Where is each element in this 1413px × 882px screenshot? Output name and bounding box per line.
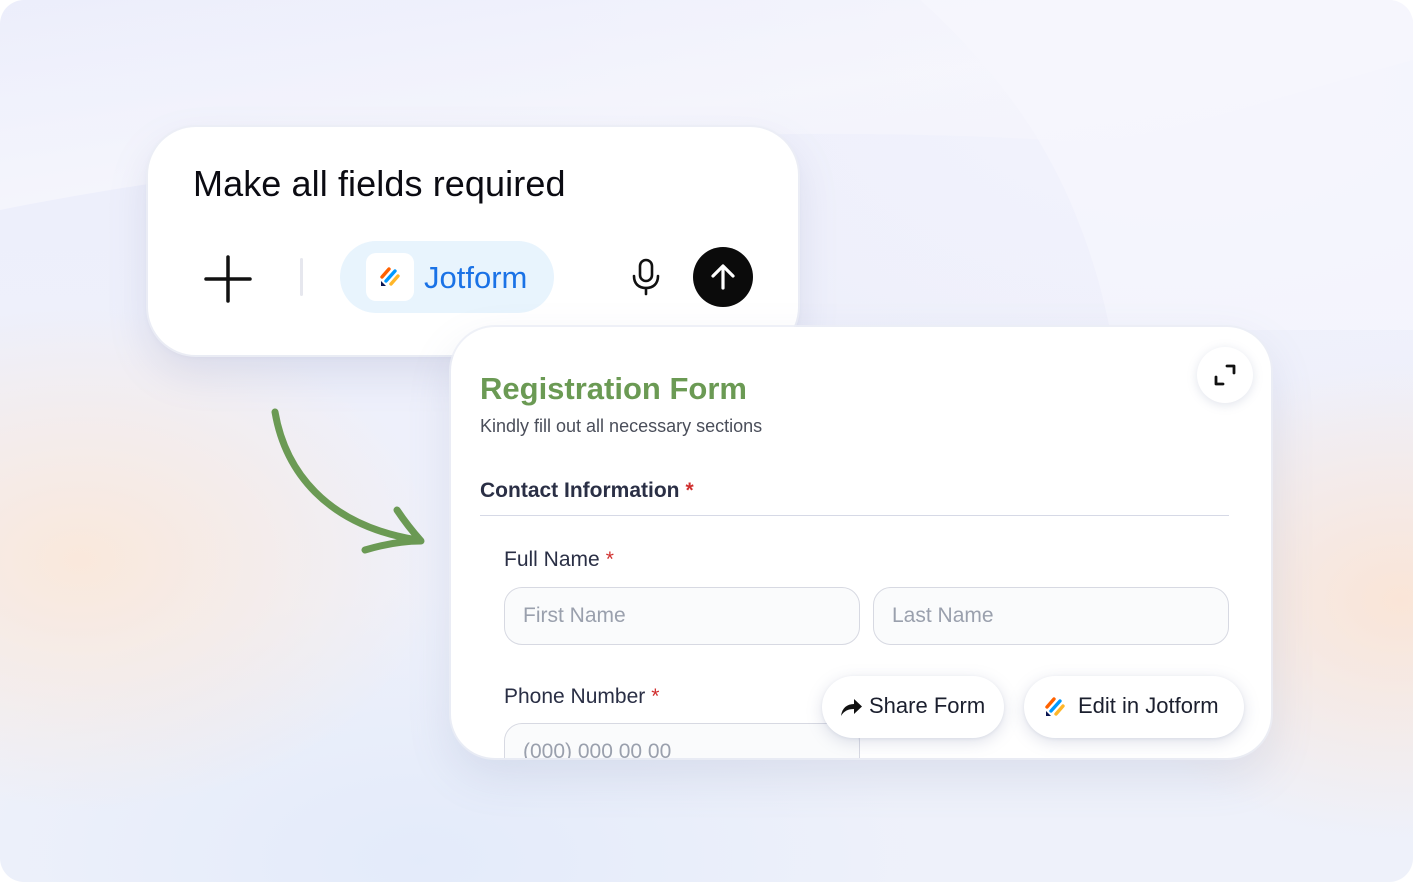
send-button[interactable] [693, 247, 753, 307]
curved-arrow-icon [271, 408, 425, 554]
background-canvas: Make all fields required Jotform Registr… [0, 0, 1413, 882]
prompt-input-text[interactable]: Make all fields required [193, 163, 566, 205]
expand-button[interactable] [1197, 347, 1253, 403]
expand-icon [1214, 364, 1236, 386]
section-heading-text: Contact Information [480, 479, 680, 502]
jotform-logo [366, 253, 414, 301]
section-heading: Contact Information * [480, 479, 694, 503]
last-name-input[interactable] [873, 587, 1229, 645]
phone-number-label-text: Phone Number [504, 685, 646, 708]
first-name-input[interactable] [504, 587, 860, 645]
plus-icon [204, 255, 252, 303]
share-form-button[interactable]: Share Form [822, 676, 1004, 738]
phone-number-label: Phone Number * [504, 685, 659, 709]
jotform-connector-chip[interactable]: Jotform [340, 241, 554, 313]
voice-input-button[interactable] [626, 257, 666, 297]
phone-number-input[interactable] [504, 723, 860, 758]
form-title: Registration Form [480, 371, 747, 406]
section-divider [480, 515, 1229, 516]
form-subtitle: Kindly fill out all necessary sections [480, 416, 763, 436]
required-asterisk: * [605, 548, 614, 571]
full-name-label: Full Name * [504, 548, 614, 572]
prompt-composer: Make all fields required Jotform [148, 127, 798, 355]
required-asterisk: * [651, 685, 660, 708]
toolbar-divider [300, 258, 303, 296]
jotform-logo-icon [1045, 697, 1065, 716]
share-icon [841, 699, 862, 716]
registration-form-preview: Registration Form Kindly fill out all ne… [451, 327, 1271, 758]
add-attachment-button[interactable] [202, 253, 254, 305]
edit-in-jotform-button[interactable]: Edit in Jotform [1024, 676, 1244, 738]
jotform-logo-icon [380, 267, 400, 286]
jotform-chip-label: Jotform [424, 260, 528, 295]
edit-in-jotform-label: Edit in Jotform [1078, 693, 1219, 718]
share-form-label: Share Form [869, 693, 986, 718]
microphone-icon [632, 258, 660, 296]
full-name-label-text: Full Name [504, 548, 600, 571]
arrow-up-icon [711, 264, 735, 290]
required-asterisk: * [685, 479, 694, 502]
